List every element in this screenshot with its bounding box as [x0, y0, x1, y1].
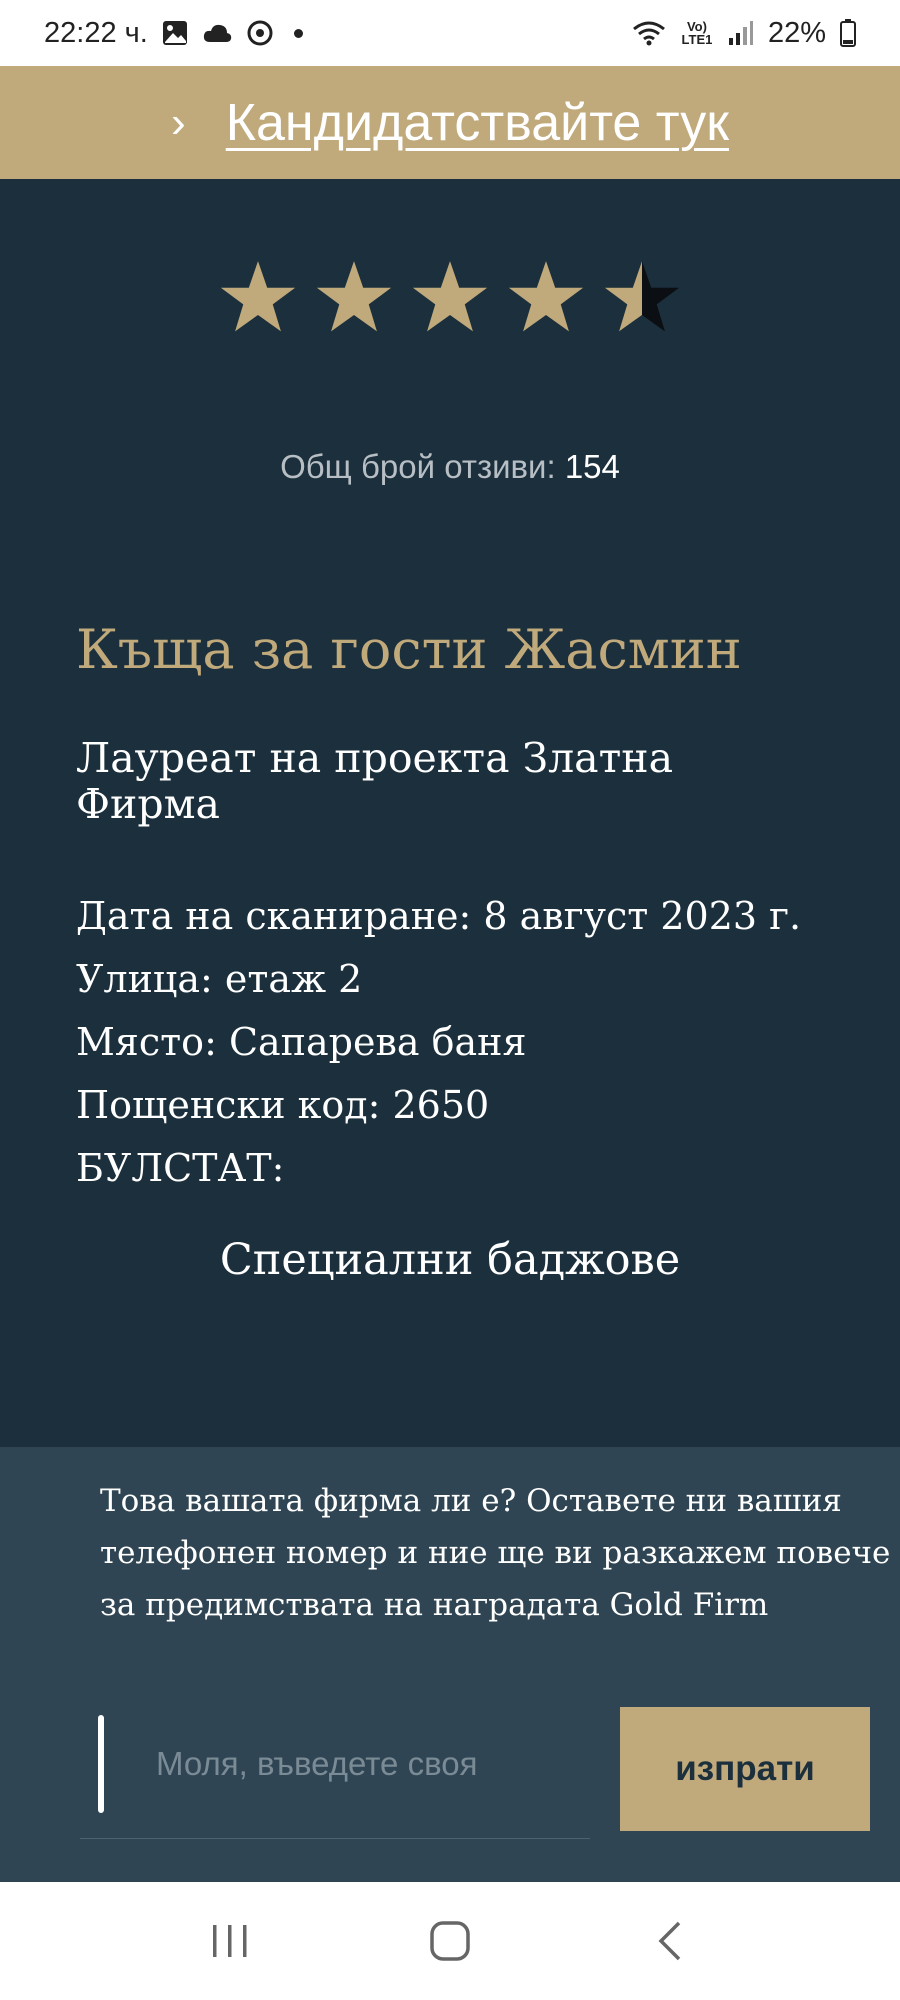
send-button[interactable]: изпрати	[620, 1707, 870, 1831]
detail-street: Улица: етаж 2	[76, 957, 363, 1001]
total-reviews: Общ брой отзиви: 154	[0, 448, 900, 486]
claim-business-panel: Това вашата фирма ли е? Оставете ни ваши…	[0, 1447, 900, 1882]
business-name: Къща за гости Жасмин	[76, 618, 742, 681]
notification-dot	[293, 28, 303, 38]
back-icon[interactable]	[640, 1911, 700, 1971]
battery-percent: 22%	[767, 16, 826, 49]
special-badges-heading: Специални баджове	[219, 1235, 681, 1285]
star-full-icon	[316, 261, 392, 332]
detail-place: Място: Сапарева баня	[76, 1020, 527, 1064]
star-half-icon	[604, 261, 680, 332]
signal-icon	[728, 20, 754, 46]
apply-here-link[interactable]: › Кандидатствайте тук	[171, 93, 729, 153]
total-reviews-label: Общ брой отзиви:	[280, 448, 556, 485]
claim-text: Това вашата фирма ли е? Оставете ни ваши…	[100, 1483, 891, 1623]
detail-bulstat: БУЛСТАТ:	[76, 1146, 285, 1190]
phone-input[interactable]	[116, 1715, 586, 1813]
home-icon[interactable]	[420, 1911, 480, 1971]
input-accent-bar	[98, 1715, 104, 1813]
sync-icon	[246, 19, 274, 47]
total-reviews-count: 154	[564, 448, 620, 485]
star-full-icon	[508, 261, 584, 332]
laureate-title: Лауреат на проекта Златна Фирма	[76, 734, 674, 828]
recent-apps-icon[interactable]	[200, 1911, 260, 1971]
star-full-icon	[412, 261, 488, 332]
detail-scan-date: Дата на сканиране: 8 август 2023 г.	[76, 894, 802, 938]
detail-postal-code: Пощенски код: 2650	[76, 1083, 490, 1127]
status-right: Vo) LTE1 22%	[632, 17, 856, 50]
apply-here-label: Кандидатствайте тук	[225, 93, 729, 152]
status-left: 22:22 ч.	[44, 17, 303, 50]
star-rating	[0, 258, 900, 348]
apply-banner: › Кандидатствайте тук	[0, 66, 900, 179]
star-full-icon	[220, 261, 296, 332]
system-nav-bar	[0, 1882, 900, 2000]
lte-icon: Vo) LTE1	[681, 19, 713, 47]
business-details: Дата на сканиране: 8 август 2023 г. Улиц…	[76, 885, 801, 1200]
status-bar: 22:22 ч. Vo) LTE1 22%	[0, 0, 900, 66]
status-time: 22:22 ч.	[44, 16, 148, 49]
gallery-icon	[162, 20, 188, 46]
battery-icon	[840, 19, 856, 47]
cloud-icon	[202, 22, 232, 44]
phone-input-wrapper	[80, 1715, 590, 1839]
wifi-icon	[632, 20, 666, 46]
chevron-right-icon: ›	[171, 97, 186, 147]
